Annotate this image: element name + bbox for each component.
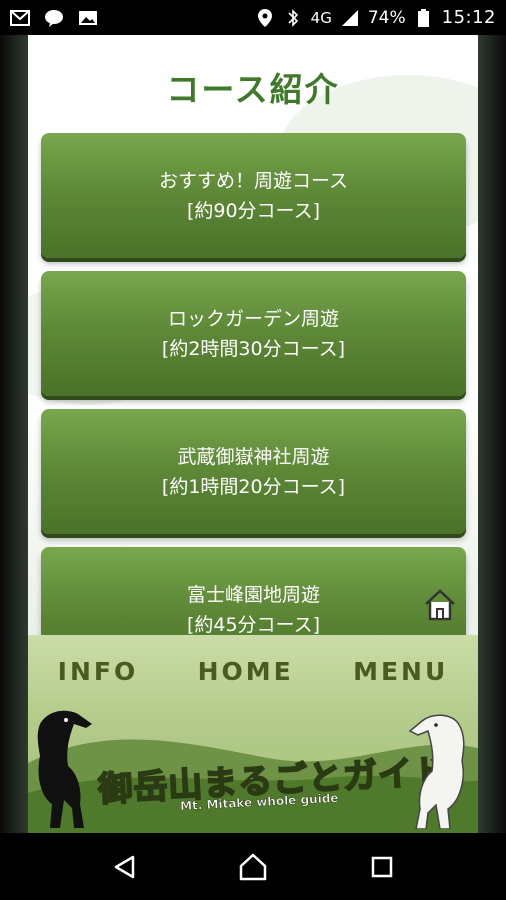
bluetooth-icon — [283, 8, 303, 27]
battery-percent: 74% — [367, 7, 406, 28]
white-dog-illustration — [408, 709, 478, 833]
course-name: おすすめ！周遊コース — [158, 169, 349, 192]
nav-menu-button[interactable]: MENU — [353, 657, 448, 686]
footer-banner: INFO HOME MENU 御岳山まるごとガイド Mt. Mitake who… — [28, 635, 478, 833]
nav-home-button[interactable]: HOME — [198, 657, 294, 686]
recents-square-icon[interactable] — [362, 847, 402, 887]
course-duration: [約1時間20分コース] — [161, 475, 346, 498]
footer-nav: INFO HOME MENU — [28, 657, 478, 686]
course-name: ロックガーデン周遊 — [167, 307, 339, 330]
course-button-rock-garden[interactable]: ロックガーデン周遊 [約2時間30分コース] — [41, 271, 466, 396]
home-circle-icon[interactable] — [233, 847, 273, 887]
location-icon — [255, 8, 275, 27]
right-edge-shade — [478, 35, 506, 833]
signal-icon — [340, 9, 360, 27]
clock: 15:12 — [441, 7, 496, 28]
course-list: おすすめ！周遊コース [約90分コース] ロックガーデン周遊 [約2時間30分コ… — [41, 133, 466, 685]
gmail-icon — [10, 9, 30, 27]
image-icon — [78, 9, 98, 27]
network-type: 4G — [310, 8, 332, 27]
home-icon[interactable] — [423, 588, 457, 622]
course-button-recommended[interactable]: おすすめ！周遊コース [約90分コース] — [41, 133, 466, 258]
course-name: 武蔵御嶽神社周遊 — [177, 445, 330, 468]
black-dog-illustration — [28, 704, 106, 833]
status-bar: 4G 74% 15:12 — [0, 0, 506, 35]
left-edge-shade — [0, 35, 28, 833]
battery-icon — [414, 8, 434, 27]
line-icon — [44, 9, 64, 27]
page-title: コース紹介 — [166, 70, 340, 109]
course-name: 富士峰園地周遊 — [186, 583, 320, 606]
back-triangle-icon[interactable] — [104, 847, 144, 887]
nav-info-button[interactable]: INFO — [58, 657, 139, 686]
course-button-musashi-mitake-shrine[interactable]: 武蔵御嶽神社周遊 [約1時間20分コース] — [41, 409, 466, 534]
course-duration: [約2時間30分コース] — [161, 337, 346, 360]
android-nav-bar — [0, 833, 506, 900]
course-duration: [約90分コース] — [186, 199, 321, 222]
app-content: コース紹介 おすすめ！周遊コース [約90分コース] ロックガーデン周遊 [約2… — [28, 35, 478, 833]
